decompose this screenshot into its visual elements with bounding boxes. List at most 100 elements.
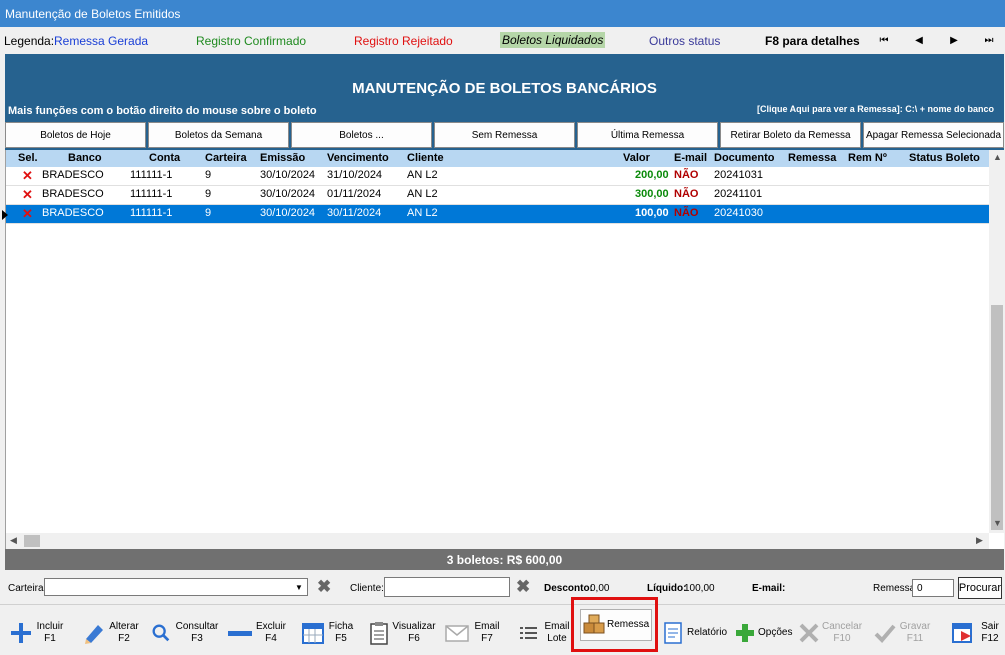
- list-icon: [516, 620, 542, 646]
- scroll-left-icon[interactable]: ◀: [10, 535, 17, 546]
- pencil-icon: [82, 620, 108, 646]
- clear-cliente-icon[interactable]: ✖: [516, 577, 530, 597]
- exit-icon: [950, 620, 976, 646]
- col-emissao[interactable]: Emissão: [260, 152, 305, 164]
- cell-emissao: 30/10/2024: [260, 188, 316, 200]
- col-vencimento[interactable]: Vencimento: [327, 152, 389, 164]
- carteira-combo[interactable]: ▼: [44, 578, 308, 596]
- cell-valor: 300,00: [635, 188, 669, 200]
- delete-x-icon[interactable]: ✕: [22, 187, 33, 203]
- ficha-label: Ficha F5: [328, 621, 354, 644]
- cliente-label: Cliente:: [350, 583, 384, 594]
- horizontal-scroll-thumb[interactable]: [24, 535, 40, 547]
- view-remessa-link[interactable]: [Clique Aqui para ver a Remessa]: C:\ + …: [757, 104, 994, 114]
- carteira-label: Carteira: [8, 583, 44, 594]
- cell-conta: 111111-1: [130, 188, 173, 200]
- ficha-button[interactable]: Ficha F5: [300, 613, 356, 653]
- delete-x-icon[interactable]: ✕: [22, 206, 33, 222]
- table-row[interactable]: ✕ BRADESCO 111111-1 9 30/10/2024 31/10/2…: [6, 167, 989, 186]
- sair-button[interactable]: Sair F12: [950, 613, 1004, 653]
- cell-carteira: 9: [205, 207, 212, 219]
- opcoes-button[interactable]: Opções: [732, 613, 792, 653]
- scroll-up-icon[interactable]: ▲: [993, 152, 1002, 162]
- boletos-custom-button[interactable]: Boletos ...: [291, 122, 432, 148]
- excluir-button[interactable]: Excluir F4: [226, 613, 288, 653]
- procurar-button[interactable]: Procurar: [958, 577, 1002, 599]
- cancelar-label: Cancelar F10: [822, 621, 863, 644]
- col-cliente[interactable]: Cliente: [407, 152, 444, 164]
- alterar-button[interactable]: Alterar F2: [82, 613, 140, 653]
- sem-remessa-button[interactable]: Sem Remessa: [434, 122, 575, 148]
- liquido-label: Líquido:: [647, 583, 687, 594]
- ultima-remessa-button[interactable]: Última Remessa: [577, 122, 718, 148]
- col-email[interactable]: E-mail: [674, 152, 707, 164]
- cell-emissao: 30/10/2024: [260, 169, 316, 181]
- cell-email: NÃO: [674, 188, 699, 200]
- remessa-highlight: [571, 597, 658, 652]
- table-header: Sel. Banco Conta Carteira Emissão Vencim…: [6, 150, 989, 167]
- col-conta[interactable]: Conta: [149, 152, 180, 164]
- cell-email: NÃO: [674, 207, 699, 219]
- email-lote-button[interactable]: Email Lote: [516, 613, 572, 653]
- boletos-hoje-button[interactable]: Boletos de Hoje: [5, 122, 146, 148]
- col-valor[interactable]: Valor: [623, 152, 650, 164]
- consultar-label: Consultar F3: [175, 621, 219, 644]
- row-pointer-icon: [2, 210, 8, 220]
- cell-vencimento: 30/11/2024: [327, 207, 382, 219]
- col-rem-n[interactable]: Rem Nº: [848, 152, 887, 164]
- sair-label: Sair F12: [981, 621, 999, 644]
- nav-prev-icon[interactable]: ◀: [910, 32, 928, 48]
- email-button[interactable]: Email F7: [444, 613, 504, 653]
- horizontal-scrollbar[interactable]: ◀ ▶: [6, 533, 989, 549]
- cliente-input[interactable]: [384, 577, 510, 597]
- cell-banco: BRADESCO: [42, 207, 104, 219]
- desconto-label: Desconto:: [544, 583, 593, 594]
- cell-carteira: 9: [205, 188, 212, 200]
- filter-bar: Boletos de Hoje Boletos da Semana Boleto…: [5, 120, 1004, 150]
- vertical-scrollbar[interactable]: ▲ ▼: [989, 150, 1005, 533]
- col-remessa[interactable]: Remessa: [788, 152, 836, 164]
- apagar-remessa-button[interactable]: Apagar Remessa Selecionada: [863, 122, 1004, 148]
- email-lote-label: Email Lote: [544, 621, 570, 644]
- col-banco[interactable]: Banco: [68, 152, 102, 164]
- visualizar-button[interactable]: Visualizar F6: [366, 613, 436, 653]
- search-bar: Carteira ▼ ✖ Cliente: ✖ Desconto: 0,00 L…: [0, 570, 1005, 604]
- nav-next-icon[interactable]: ▶: [945, 32, 963, 48]
- cell-carteira: 9: [205, 169, 212, 181]
- remessa-input[interactable]: 0: [912, 579, 954, 597]
- scroll-down-icon[interactable]: ▼: [993, 518, 1002, 528]
- cell-cliente: AN L2: [407, 188, 438, 200]
- boletos-semana-button[interactable]: Boletos da Semana: [148, 122, 289, 148]
- clear-carteira-icon[interactable]: ✖: [317, 577, 331, 597]
- nav-last-icon[interactable]: ⏭: [980, 32, 998, 48]
- cancel-x-icon: [796, 620, 822, 646]
- retirar-boleto-button[interactable]: Retirar Boleto da Remessa: [720, 122, 861, 148]
- calendar-icon: [300, 620, 326, 646]
- green-plus-icon: [732, 620, 758, 646]
- minus-icon: [226, 620, 254, 646]
- nav-first-icon[interactable]: ⏮: [875, 32, 893, 48]
- scroll-right-icon[interactable]: ▶: [976, 535, 983, 546]
- liquido-value: 100,00: [684, 583, 715, 594]
- gravar-button[interactable]: Gravar F11: [872, 613, 932, 653]
- delete-x-icon[interactable]: ✕: [22, 168, 33, 184]
- alterar-label: Alterar F2: [109, 621, 139, 644]
- consultar-button[interactable]: Consultar F3: [148, 613, 220, 653]
- visualizar-label: Visualizar F6: [392, 621, 436, 644]
- col-carteira[interactable]: Carteira: [205, 152, 247, 164]
- col-sel[interactable]: Sel.: [18, 152, 38, 164]
- right-click-hint: Mais funções com o botão direito do mous…: [8, 105, 317, 117]
- legend-registro-confirmado: Registro Confirmado: [196, 34, 307, 48]
- desconto-value: 0,00: [590, 583, 610, 594]
- relatorio-button[interactable]: Relatório: [660, 613, 728, 653]
- cancelar-button[interactable]: Cancelar F10: [796, 613, 862, 653]
- col-status[interactable]: Status Boleto: [909, 152, 980, 164]
- col-documento[interactable]: Documento: [714, 152, 775, 164]
- incluir-button[interactable]: Incluir F1: [8, 613, 66, 653]
- chevron-down-icon[interactable]: ▼: [291, 579, 307, 595]
- table-row[interactable]: ✕ BRADESCO 111111-1 9 30/10/2024 01/11/2…: [6, 186, 989, 205]
- vertical-scroll-thumb[interactable]: [991, 305, 1003, 530]
- table-row-selected[interactable]: ✕ BRADESCO 111111-1 9 30/10/2024 30/11/2…: [2, 205, 989, 224]
- cell-documento: 20241030: [714, 207, 763, 219]
- cell-conta: 111111-1: [130, 207, 173, 219]
